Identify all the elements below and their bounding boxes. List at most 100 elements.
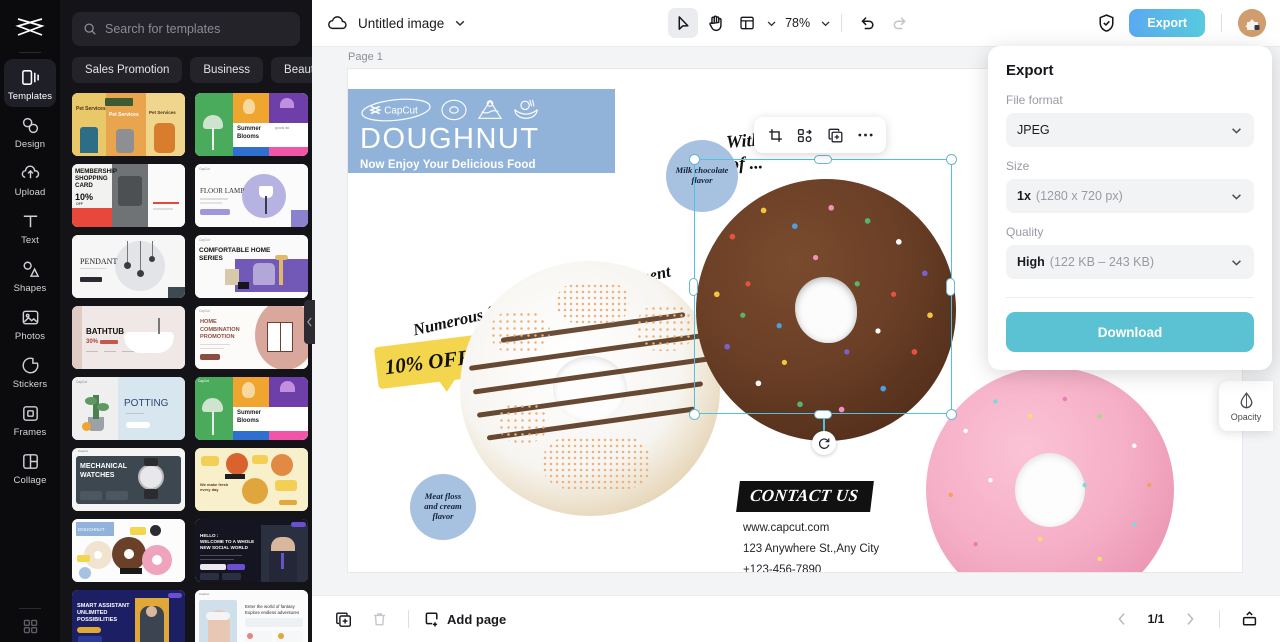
opacity-tool-button[interactable]: Opacity [1219, 381, 1273, 431]
chip-sales-promotion[interactable]: Sales Promotion [72, 57, 183, 83]
duplicate-button[interactable] [822, 123, 848, 147]
chip-beauty[interactable]: Beauty [271, 57, 312, 83]
document-title[interactable]: Untitled image [358, 16, 444, 31]
element-float-toolbar[interactable] [754, 117, 886, 153]
template-grid: Pet Services Pet Services Pet Services S… [60, 93, 312, 642]
topbar-right: Export [1091, 8, 1266, 38]
template-card[interactable]: HOME COMBINATION PROMOTION CapCut [195, 306, 308, 369]
delete-page-button[interactable] [364, 604, 394, 634]
search-wrapper [60, 0, 312, 46]
template-card[interactable]: Enter the world of fantasy Explore endles… [195, 590, 308, 642]
cursor-arrow-icon [678, 15, 689, 30]
shield-check-button[interactable] [1091, 8, 1121, 38]
contact-line-3[interactable]: +123-456-7890 [743, 564, 821, 572]
quality-select[interactable]: High (122 KB – 243 KB) [1006, 245, 1254, 279]
sidebar-item-templates[interactable]: Templates [4, 59, 56, 107]
hand-tool-button[interactable] [700, 8, 730, 38]
shapes-icon [19, 258, 41, 280]
contact-line-1[interactable]: www.capcut.com [743, 522, 829, 534]
sidebar-item-stickers[interactable]: Stickers [4, 347, 56, 395]
topbar-left: Untitled image [326, 14, 466, 32]
duplicate-page-button[interactable] [328, 604, 358, 634]
rotate-button[interactable] [812, 431, 836, 455]
collapse-panel-button[interactable] [304, 300, 315, 344]
template-card[interactable]: Summer Blooms goods list [195, 93, 308, 156]
donut-pink-image[interactable] [926, 367, 1174, 572]
file-format-select[interactable]: JPEG [1006, 113, 1254, 147]
donut-white-image[interactable] [460, 261, 720, 516]
selection-handle-top-right[interactable] [946, 154, 957, 165]
replace-button[interactable] [792, 123, 818, 147]
template-card[interactable]: Summer Blooms CapCut [195, 377, 308, 440]
template-card[interactable]: Pet Services Pet Services Pet Services [72, 93, 185, 156]
template-card[interactable]: MECHANICAL WATCHES CapCut [72, 448, 185, 511]
zoom-level[interactable]: 78% [785, 16, 810, 30]
selection-handle-bottom-left[interactable] [689, 409, 700, 420]
template-card[interactable]: DOUGHNUT [72, 519, 185, 582]
template-card[interactable]: We make fresh every day [195, 448, 308, 511]
topbar-divider-2 [1221, 14, 1222, 32]
more-button[interactable] [852, 123, 878, 147]
prev-page-button[interactable] [1107, 604, 1137, 634]
search-box[interactable] [72, 12, 300, 46]
user-avatar[interactable] [1238, 9, 1266, 37]
chevron-right-icon [1187, 613, 1194, 625]
crop-button[interactable] [762, 123, 788, 147]
sidebar-item-frames[interactable]: Frames [4, 395, 56, 443]
sidebar-item-text[interactable]: Text [4, 203, 56, 251]
search-icon [83, 22, 97, 36]
search-input[interactable] [105, 22, 289, 36]
contact-title[interactable]: CONTACT US [736, 481, 875, 512]
template-card[interactable]: MEMBERSHIP SHOPPING CARD 10% OFF [72, 164, 185, 227]
selection-handle-top-center[interactable] [814, 155, 832, 164]
size-select[interactable]: 1x (1280 x 720 px) [1006, 179, 1254, 213]
template-card[interactable]: COMFORTABLE HOME SERIES CapCut [195, 235, 308, 298]
capcut-logo-icon[interactable] [13, 10, 47, 44]
sidebar-item-design[interactable]: Design [4, 107, 56, 155]
undo-button[interactable] [852, 8, 882, 38]
template-card[interactable]: PENDANT [72, 235, 185, 298]
contact-line-2[interactable]: 123 Anywhere St.,Any City [743, 543, 879, 555]
selection-handle-bottom-right[interactable] [946, 409, 957, 420]
badge-milk-chocolate[interactable]: Milk chocolate flavor [666, 140, 738, 212]
badge-meat-floss[interactable]: Meat floss and cream flavor [410, 474, 476, 540]
zoom-chevron-icon[interactable] [820, 18, 831, 29]
template-card[interactable]: SMART ASSISTANT UNLIMITED POSSIBILITIES [72, 590, 185, 642]
select-tool-button[interactable] [668, 8, 699, 38]
download-button[interactable]: Download [1006, 312, 1254, 352]
design-banner: CapCut DOUGHNUT Now Enjoy Your Delicious… [348, 89, 615, 173]
sidebar-item-shapes[interactable]: Shapes [4, 251, 56, 299]
selection-handle-top-left[interactable] [689, 154, 700, 165]
selection-handle-bottom-center[interactable] [814, 410, 832, 419]
chip-business[interactable]: Business [190, 57, 264, 83]
frames-icon [19, 402, 41, 424]
selection-handle-right-center[interactable] [946, 278, 955, 296]
export-button[interactable]: Export [1129, 9, 1205, 37]
template-card[interactable]: HELLO : WELCOME TO A WHOLE NEW SOCIAL WORL… [195, 519, 308, 582]
template-card[interactable]: POTTING CapCut [72, 377, 185, 440]
layout-chevron-icon[interactable] [766, 18, 777, 29]
photos-icon [19, 306, 41, 328]
expand-panel-icon [1242, 611, 1256, 626]
upload-icon [19, 162, 41, 184]
sidebar-item-photos[interactable]: Photos [4, 299, 56, 347]
banner-icon-row: CapCut [360, 97, 605, 123]
chevron-down-icon[interactable] [454, 17, 466, 29]
template-card[interactable]: FLOOR LAMP CapCut [195, 164, 308, 227]
layout-tool-button[interactable] [732, 8, 762, 38]
apps-grid-icon[interactable] [21, 617, 40, 636]
selection-handle-left-center[interactable] [689, 278, 698, 296]
redo-button[interactable] [884, 8, 914, 38]
chevron-left-icon [1118, 613, 1125, 625]
add-page-button[interactable]: Add page [423, 611, 506, 628]
next-page-button[interactable] [1175, 604, 1205, 634]
opacity-droplet-icon [1240, 391, 1252, 408]
banner-subtitle: Now Enjoy Your Delicious Food [360, 159, 536, 171]
expand-panel-button[interactable] [1234, 604, 1264, 634]
bottombar-divider [408, 610, 409, 628]
donut-chocolate-image[interactable] [696, 179, 956, 441]
template-card[interactable]: BATHTUB 30% [72, 306, 185, 369]
cloud-saved-icon[interactable] [326, 14, 348, 32]
sidebar-item-upload[interactable]: Upload [4, 155, 56, 203]
sidebar-item-collage[interactable]: Collage [4, 443, 56, 491]
